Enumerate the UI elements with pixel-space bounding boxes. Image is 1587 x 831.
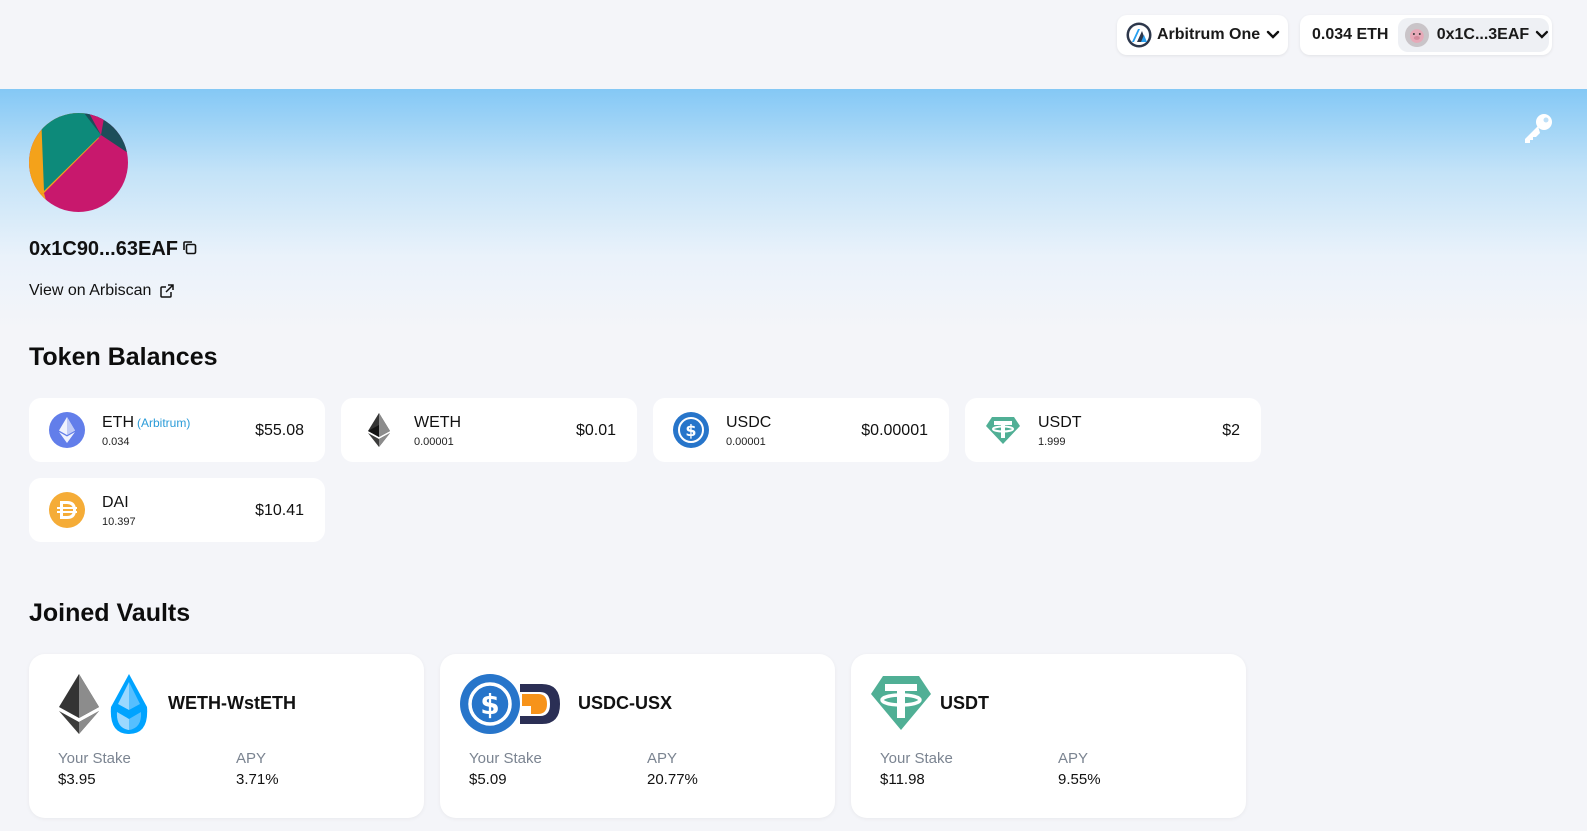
stake-value: $5.09 [469, 771, 507, 788]
token-usd-value: $55.08 [255, 422, 304, 439]
token-symbol: WETH [414, 414, 462, 431]
vault-name: USDC-USX [578, 693, 673, 713]
account-button[interactable]: 0.034 ETH 0x1C...3EAF [1300, 15, 1552, 55]
token-usd-value: $0.01 [575, 422, 616, 439]
chevron-down-icon [1266, 30, 1280, 39]
apy-label: APY [647, 750, 678, 767]
copy-icon[interactable] [182, 240, 198, 256]
chevron-down-icon [1535, 30, 1549, 39]
weth-wsteth-icons [59, 674, 148, 734]
account-address-pill[interactable]: 0x1C...3EAF [1398, 18, 1549, 52]
token-symbol: ETH (Arbitrum) [102, 414, 191, 431]
usdt-icon [986, 417, 1020, 444]
stake-value: $3.95 [58, 771, 96, 788]
token-chain-label: (Arbitrum) [137, 416, 191, 430]
key-icon[interactable] [1520, 112, 1554, 146]
apy-label: APY [236, 750, 267, 767]
token-amount: 0.00001 [726, 436, 766, 448]
eth-icon [49, 412, 85, 448]
stake-value: $11.98 [880, 771, 925, 788]
token-amount: 1.999 [1038, 436, 1066, 448]
dai-icon [49, 492, 85, 528]
vault-card-usdt[interactable]: USDT Your Stake $11.98 APY 9.55% [851, 654, 1246, 818]
stake-label: Your Stake [58, 750, 131, 767]
usx-icon [520, 684, 560, 724]
token-amount: 0.034 [102, 436, 130, 448]
token-usd-value: $2 [1222, 422, 1240, 439]
svg-text:$: $ [480, 688, 499, 721]
token-usd-value: $0.00001 [861, 422, 928, 439]
token-amount: 10.397 [102, 516, 136, 528]
stake-label: Your Stake [880, 750, 953, 767]
token-card-usdc[interactable]: $ USDC 0.00001 $0.00001 [653, 398, 949, 462]
usdc-icon: $ [673, 412, 709, 448]
network-label: Arbitrum One [1157, 26, 1261, 43]
wsteth-icon [110, 674, 148, 734]
token-card-usdt[interactable]: USDT 1.999 $2 [965, 398, 1261, 462]
arbiscan-link-label: View on Arbiscan [29, 282, 152, 299]
token-card-weth[interactable]: WETH 0.00001 $0.01 [341, 398, 637, 462]
token-card-eth[interactable]: ETH (Arbitrum) 0.034 $55.08 [29, 398, 325, 462]
account-address: 0x1C...3EAF [1436, 26, 1530, 43]
avatar [29, 113, 128, 212]
token-symbol: DAI [102, 494, 129, 511]
usdc-icon: $ [460, 674, 520, 734]
vault-card-usdc-usx[interactable]: $ USDC-USX Your Stake $5.09 APY 20.77% [440, 654, 835, 818]
external-link-icon [160, 284, 175, 298]
wallet-address: 0x1C90...63EAF [29, 238, 178, 260]
vault-card-weth-wsteth[interactable]: WETH-WstETH Your Stake $3.95 APY 3.71% [29, 654, 424, 818]
account-avatar-icon [1405, 23, 1429, 47]
weth-icon [59, 674, 99, 734]
weth-icon [368, 413, 390, 447]
network-selector-button[interactable]: Arbitrum One [1117, 15, 1288, 55]
apy-label: APY [1058, 750, 1089, 767]
vault-name: USDT [940, 693, 989, 713]
token-symbol: USDC [726, 414, 772, 431]
view-on-arbiscan-link[interactable]: View on Arbiscan [29, 282, 175, 300]
apy-value: 20.77% [647, 771, 698, 788]
profile-hero [0, 89, 1587, 329]
token-usd-value: $10.41 [255, 502, 304, 519]
joined-vaults-title: Joined Vaults [29, 599, 191, 627]
svg-text:$: $ [685, 421, 696, 440]
top-bar: Arbitrum One 0.034 ETH 0x1C...3EAF [0, 0, 1587, 89]
token-balances-title: Token Balances [29, 343, 218, 371]
vault-name: WETH-WstETH [168, 693, 296, 713]
eth-balance: 0.034 ETH [1312, 26, 1389, 43]
stake-label: Your Stake [469, 750, 542, 767]
apy-value: 3.71% [236, 771, 279, 788]
token-amount: 0.00001 [414, 436, 454, 448]
token-symbol: USDT [1038, 414, 1082, 431]
arbitrum-icon [1126, 22, 1152, 48]
usdc-usx-icons: $ [460, 674, 560, 734]
token-card-dai[interactable]: DAI 10.397 $10.41 [29, 478, 325, 542]
apy-value: 9.55% [1058, 771, 1101, 788]
